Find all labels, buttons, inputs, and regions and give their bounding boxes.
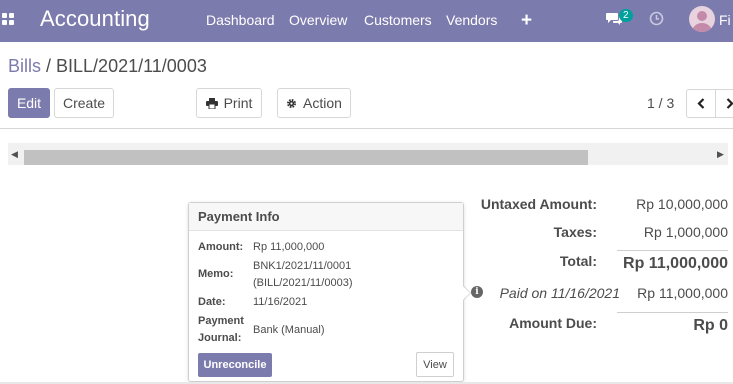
paid-on-label: Paid on 11/16/2021: [499, 285, 620, 301]
breadcrumb-current: BILL/2021/11/0003: [56, 56, 207, 76]
scroll-left-icon[interactable]: ◀: [11, 149, 18, 160]
menu-overview[interactable]: Overview: [289, 12, 347, 28]
breadcrumb: Bills / BILL/2021/11/0003: [8, 56, 207, 77]
clock-icon[interactable]: [649, 11, 664, 26]
total-value: Rp 11,000,000: [623, 255, 728, 272]
untaxed-amount-label: Untaxed Amount:: [480, 196, 597, 212]
app-name[interactable]: Accounting: [40, 6, 150, 32]
create-button[interactable]: Create: [54, 88, 114, 118]
payment-amount-label: Amount:: [198, 241, 244, 253]
horizontal-scrollbar[interactable]: ◀ ▶: [8, 143, 728, 165]
payment-date-label: Date:: [198, 296, 226, 308]
menu-customers[interactable]: Customers: [364, 12, 432, 28]
view-payment-button[interactable]: View: [416, 352, 454, 377]
untaxed-amount-value: Rp 10,000,000: [636, 196, 728, 212]
apps-grid-icon[interactable]: [2, 13, 14, 25]
payment-memo-line2: (BILL/2021/11/0003): [253, 277, 353, 289]
amount-due-label: Amount Due:: [509, 315, 597, 331]
scrollbar-thumb[interactable]: [24, 150, 588, 165]
menu-vendors[interactable]: Vendors: [446, 12, 497, 28]
payment-info-popover: Payment Info Amount: Rp 11,000,000 Memo:…: [188, 202, 464, 382]
control-panel-divider: [0, 128, 733, 129]
paid-amount-value: Rp 11,000,000: [637, 285, 728, 301]
payment-journal-value: Bank (Manual): [253, 324, 325, 336]
breadcrumb-separator: /: [41, 56, 57, 76]
pager-previous-button[interactable]: [686, 89, 716, 118]
printer-icon: [205, 97, 218, 109]
print-label: Print: [223, 95, 253, 111]
chevron-right-icon: [726, 98, 733, 109]
plus-icon[interactable]: +: [521, 10, 532, 32]
payment-memo-line1: BNK1/2021/11/0001: [253, 260, 352, 272]
taxes-value: Rp 1,000,000: [643, 224, 728, 240]
messages-badge: 2: [619, 9, 633, 22]
payment-date-value: 11/16/2021: [253, 296, 308, 308]
popover-arrow-fill: [463, 286, 470, 300]
edit-button[interactable]: Edit: [8, 88, 50, 118]
total-separator: [617, 250, 728, 251]
payment-memo-label: Memo:: [198, 268, 234, 280]
action-button[interactable]: Action: [277, 88, 351, 118]
scroll-right-icon[interactable]: ▶: [717, 149, 724, 160]
pager-value[interactable]: 1 / 3: [647, 95, 674, 111]
popover-title: Payment Info: [189, 203, 463, 231]
payment-amount-value: Rp 11,000,000: [253, 241, 325, 253]
payment-info-icon[interactable]: i: [471, 286, 483, 298]
avatar[interactable]: [689, 6, 715, 32]
menu-dashboard[interactable]: Dashboard: [206, 12, 275, 28]
breadcrumb-bills-link[interactable]: Bills: [8, 56, 41, 76]
chevron-left-icon: [697, 98, 705, 109]
amount-due-value: Rp 0: [693, 317, 728, 334]
unreconcile-button[interactable]: Unreconcile: [198, 353, 272, 377]
amount-due-separator: [617, 312, 728, 313]
pager-next-button[interactable]: [715, 89, 733, 118]
user-name[interactable]: Fi: [719, 12, 731, 28]
taxes-label: Taxes:: [553, 224, 597, 240]
total-label: Total:: [559, 253, 597, 269]
user-avatar-icon: [692, 11, 712, 32]
action-label: Action: [303, 95, 342, 111]
payment-journal-label-line1: Payment: [198, 315, 244, 327]
gear-icon: [287, 98, 297, 108]
payment-journal-label-line2: Journal:: [198, 332, 242, 344]
print-button[interactable]: Print: [196, 88, 262, 118]
top-navbar: Accounting Dashboard Overview Customers …: [0, 0, 733, 42]
